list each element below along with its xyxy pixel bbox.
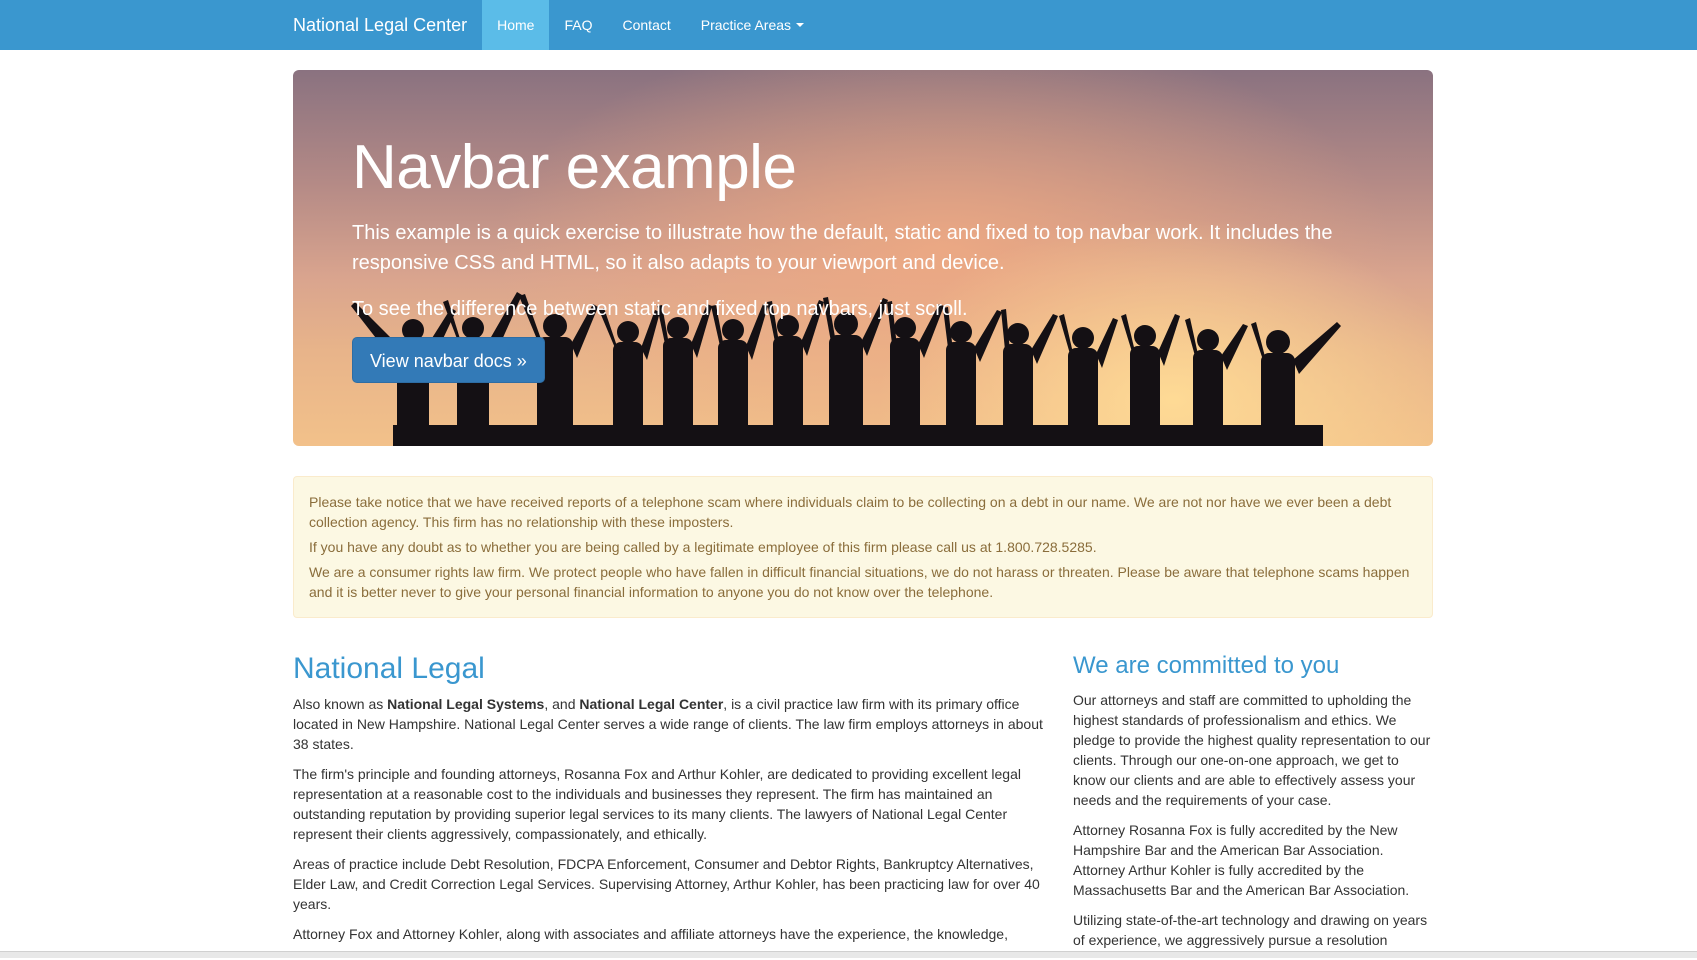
view-navbar-docs-button[interactable]: View navbar docs » [352, 337, 545, 383]
sidebar-paragraph: Our attorneys and staff are committed to… [1073, 692, 1431, 808]
bold-firm-name: National Legal Systems [387, 696, 545, 712]
text-span: Also known as [293, 696, 388, 712]
navbar-brand[interactable]: National Legal Center [293, 0, 467, 50]
nav-dropdown-practice-areas[interactable]: Practice Areas [686, 0, 819, 50]
hero-title: Navbar example [352, 133, 797, 202]
body-paragraph: Areas of practice include Debt Resolutio… [293, 856, 1040, 912]
sidebar-heading: We are committed to you [1073, 652, 1340, 679]
nav-dropdown-label: Practice Areas [700, 17, 792, 33]
main-content-column: National Legal Also known as National Le… [293, 652, 1045, 954]
hero-lead-text: This example is a quick exercise to illu… [352, 222, 1333, 274]
nav-item-faq[interactable]: FAQ [549, 0, 607, 50]
alert-paragraph: We are a consumer rights law firm. We pr… [309, 564, 1410, 600]
intro-paragraph: Also known as National Legal Systems, an… [293, 694, 1045, 754]
main-heading: National Legal [293, 652, 485, 685]
scam-warning-alert: Please take notice that we have received… [293, 476, 1433, 618]
sidebar-paragraph: Utilizing state-of-the-art technology an… [1073, 912, 1428, 948]
body-paragraph: The firm's principle and founding attorn… [293, 766, 1021, 842]
caret-down-icon [796, 23, 805, 27]
alert-paragraph: Please take notice that we have received… [309, 494, 1392, 530]
alert-paragraph: If you have any doubt as to whether you … [309, 539, 1097, 555]
sidebar-column: We are committed to you Our attorneys an… [1073, 652, 1435, 960]
hero-jumbotron: Navbar example This example is a quick e… [293, 70, 1433, 446]
top-navbar: National Legal Center Home FAQ Contact P… [0, 0, 1697, 50]
nav-item-contact[interactable]: Contact [608, 0, 686, 50]
bold-firm-name: National Legal Center [579, 696, 724, 712]
navbar-inner: National Legal Center Home FAQ Contact P… [293, 0, 819, 50]
sidebar-paragraph: Attorney Rosanna Fox is fully accredited… [1073, 822, 1410, 898]
nav-item-home[interactable]: Home [482, 0, 550, 50]
text-span: , and [544, 696, 580, 712]
hero-scroll-text: To see the difference between static and… [352, 298, 968, 320]
body-paragraph: Attorney Fox and Attorney Kohler, along … [293, 926, 1008, 942]
